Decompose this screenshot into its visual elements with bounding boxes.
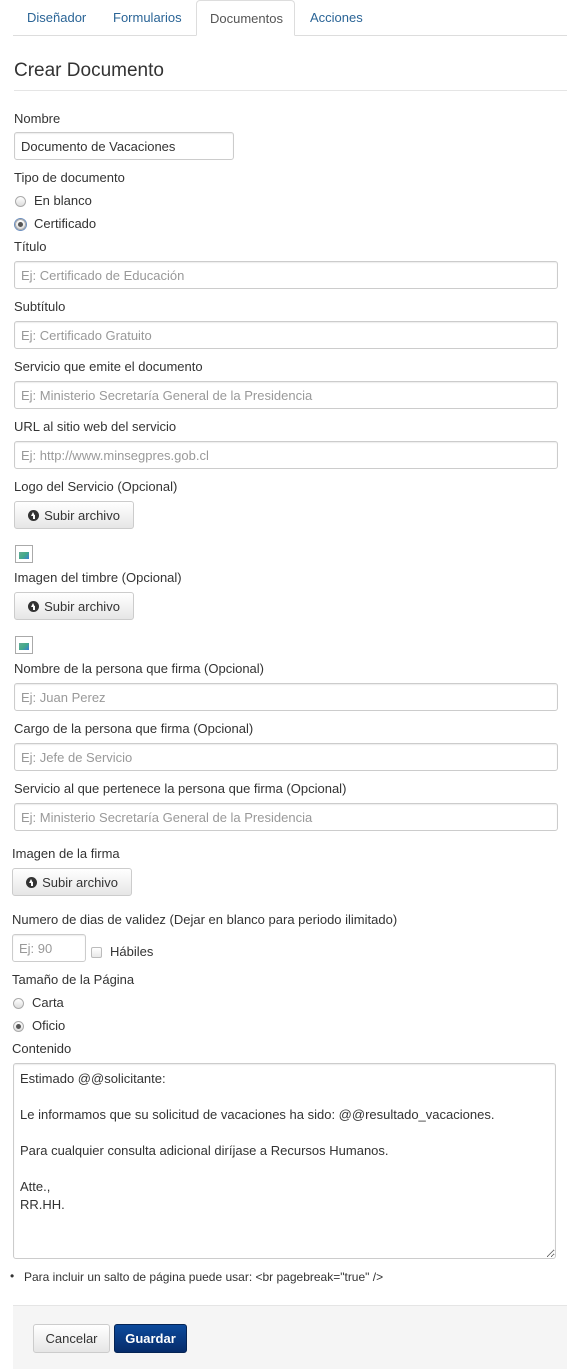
firmante-nombre-label: Nombre de la persona que firma (Opcional…	[14, 661, 265, 676]
pagebreak-tip: Para incluir un salto de página puede us…	[10, 1269, 383, 1284]
page-title: Crear Documento	[14, 60, 164, 81]
titulo-label: Título	[14, 239, 47, 254]
servicio-label: Servicio que emite el documento	[14, 359, 203, 374]
logo-upload-button[interactable]: Subir archivo	[14, 501, 134, 529]
validez-input[interactable]	[12, 934, 86, 962]
tamano-carta-label: Carta	[32, 995, 64, 1010]
nombre-input[interactable]	[14, 132, 234, 160]
firmante-servicio-label: Servicio al que pertenece la persona que…	[14, 781, 347, 796]
logo-preview-image	[15, 545, 33, 563]
logo-upload-label: Subir archivo	[44, 507, 120, 523]
habiles-label: Hábiles	[110, 944, 154, 959]
tamano-label: Tamaño de la Página	[12, 972, 135, 987]
url-label: URL al sitio web del servicio	[14, 419, 177, 434]
firma-label: Imagen de la firma	[12, 846, 120, 861]
upload-icon	[26, 876, 38, 888]
tab-disenador[interactable]: Diseñador	[14, 0, 99, 35]
firmante-cargo-input[interactable]	[14, 743, 558, 771]
tamano-oficio-radio[interactable]	[13, 1021, 24, 1032]
habiles-checkbox[interactable]	[91, 947, 102, 958]
form-actions: Cancelar Guardar	[13, 1305, 567, 1369]
timbre-preview-image	[15, 636, 33, 654]
tipo-en-blanco-label: En blanco	[34, 193, 92, 208]
title-divider	[14, 90, 567, 91]
firmante-servicio-input[interactable]	[14, 803, 558, 831]
firmante-cargo-label: Cargo de la persona que firma (Opcional)	[14, 721, 254, 736]
firmante-nombre-input[interactable]	[14, 683, 558, 711]
url-input[interactable]	[14, 441, 558, 469]
nombre-label: Nombre	[14, 111, 61, 126]
servicio-input[interactable]	[14, 381, 558, 409]
timbre-upload-label: Subir archivo	[44, 598, 120, 614]
tamano-carta-radio[interactable]	[13, 998, 24, 1009]
timbre-label: Imagen del timbre (Opcional)	[14, 570, 182, 585]
tamano-oficio-label: Oficio	[32, 1018, 66, 1033]
subtitulo-label: Subtítulo	[14, 299, 66, 314]
subtitulo-input[interactable]	[14, 321, 558, 349]
timbre-upload-button[interactable]: Subir archivo	[14, 592, 134, 620]
firma-upload-button[interactable]: Subir archivo	[12, 868, 132, 896]
validez-label: Numero de dias de validez (Dejar en blan…	[12, 912, 398, 927]
nav-tabs: Diseñador Formularios Documentos Accione…	[13, 0, 567, 36]
tipo-certificado-label: Certificado	[34, 216, 97, 231]
upload-icon	[28, 600, 40, 612]
tipo-label: Tipo de documento	[14, 170, 125, 185]
upload-icon	[28, 509, 40, 521]
firma-upload-label: Subir archivo	[42, 874, 118, 890]
tipo-certificado-radio[interactable]	[15, 219, 26, 230]
tab-documentos[interactable]: Documentos	[196, 0, 295, 36]
titulo-input[interactable]	[14, 261, 558, 289]
save-button[interactable]: Guardar	[114, 1324, 187, 1353]
contenido-label: Contenido	[12, 1041, 72, 1056]
cancel-button[interactable]: Cancelar	[33, 1324, 110, 1353]
tab-acciones[interactable]: Acciones	[297, 0, 376, 35]
tipo-en-blanco-radio[interactable]	[15, 196, 26, 207]
contenido-textarea[interactable]: Estimado @@solicitante: Le informamos qu…	[13, 1063, 556, 1259]
logo-label: Logo del Servicio (Opcional)	[14, 479, 178, 494]
tab-formularios[interactable]: Formularios	[100, 0, 195, 35]
